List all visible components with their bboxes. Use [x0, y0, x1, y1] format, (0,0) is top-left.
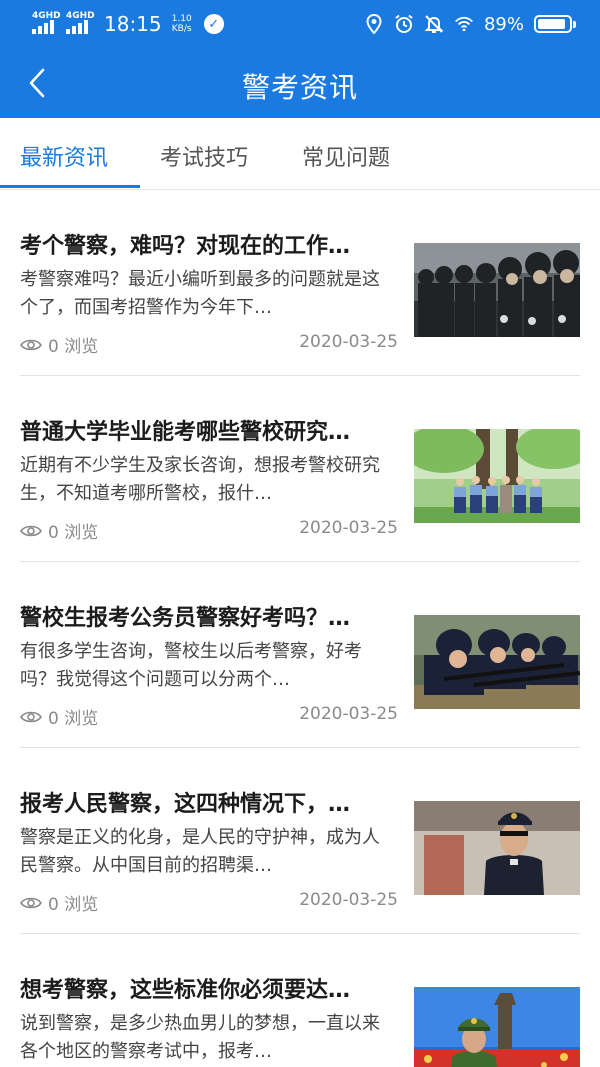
article-thumbnail [414, 243, 580, 337]
article-meta: 0 浏览 2020-03-25 [20, 332, 398, 357]
tab-exam-tips[interactable]: 考试技巧 [160, 140, 248, 172]
eye-icon [20, 897, 42, 908]
location-icon [364, 14, 384, 34]
article-title: 警校生报考公务员警察好考吗？… [20, 606, 351, 631]
mute-bell-icon [424, 14, 444, 34]
article-meta: 0 浏览 2020-03-25 [20, 704, 398, 729]
active-tab-indicator [0, 185, 140, 188]
network-speed: 1.10 KB/s [172, 14, 192, 34]
status-time: 18:15 [104, 12, 162, 36]
article-thumbnail [414, 987, 580, 1067]
article-item[interactable]: 考个警察，难吗？对现在的工作… 考警察难吗？最近小编听到最多的问题就是这个了，而… [0, 190, 600, 376]
page-title: 警考资讯 [241, 71, 358, 104]
tab-faq[interactable]: 常见问题 [302, 140, 390, 172]
article-date: 2020-03-25 [299, 704, 398, 724]
view-count-text: 0 浏览 [48, 523, 99, 543]
article-date: 2020-03-25 [299, 332, 398, 352]
article-summary: 说到警察，是多少热血男儿的梦想，一直以来各个地区的警察考试中，报考… [20, 1013, 380, 1062]
view-count-text: 0 浏览 [48, 709, 99, 729]
status-bar-left: 4GHD 4GHD 18:15 1.10 KB/s ✓ [32, 10, 224, 38]
view-count: 0 浏览 [20, 704, 98, 729]
check-badge-icon: ✓ [203, 14, 224, 34]
tab-bar: 最新资讯 考试技巧 常见问题 [0, 118, 600, 190]
article-summary: 有很多学生咨询，警校生以后考警察，好考吗？我觉得这个问题可以分两个… [20, 641, 362, 690]
view-count: 0 浏览 [20, 518, 98, 543]
network-speed-value: 1.10 [171, 14, 192, 24]
article-item[interactable]: 警校生报考公务员警察好考吗？… 有很多学生咨询，警校生以后考警察，好考吗？我觉得… [0, 562, 600, 748]
article-title: 想考警察，这些标准你必须要达… [20, 978, 351, 1003]
battery-percentage: 89% [483, 13, 524, 35]
article-title: 考个警察，难吗？对现在的工作… [20, 234, 351, 259]
article-thumbnail [414, 801, 580, 895]
article-thumbnail [414, 615, 580, 709]
eye-icon [20, 339, 42, 350]
battery-icon [534, 15, 576, 33]
tab-latest-news[interactable]: 最新资讯 [20, 140, 108, 172]
wifi-icon [454, 14, 474, 34]
article-title: 报考人民警察，这四种情况下，… [20, 792, 351, 817]
nav-bar: 警考资讯 [0, 48, 600, 118]
status-bar-right: 89% [364, 10, 576, 38]
view-count: 0 浏览 [20, 332, 98, 357]
eye-icon [20, 525, 42, 536]
network-speed-unit: KB/s [171, 24, 192, 34]
view-count-text: 0 浏览 [48, 895, 99, 915]
eye-icon [20, 711, 42, 722]
signal-icon: 4GHD [32, 12, 61, 36]
article-summary: 近期有不少学生及家长咨询，想报考警校研究生，不知道考哪所警校，报什… [20, 455, 380, 504]
article-summary: 警察是正义的化身，是人民的守护神，成为人民警察。从中国目前的招聘渠… [20, 827, 380, 876]
view-count-text: 0 浏览 [48, 337, 99, 357]
status-bar: 4GHD 4GHD 18:15 1.10 KB/s ✓ 89% [0, 0, 600, 48]
alarm-icon [394, 14, 414, 34]
article-summary: 考警察难吗？最近小编听到最多的问题就是这个了，而国考招警作为今年下… [20, 269, 380, 318]
article-item[interactable]: 报考人民警察，这四种情况下，… 警察是正义的化身，是人民的守护神，成为人民警察。… [0, 748, 600, 934]
article-meta: 0 浏览 2020-03-25 [20, 518, 398, 543]
article-date: 2020-03-25 [299, 890, 398, 910]
signal-icon: 4GHD [66, 12, 95, 36]
article-item[interactable]: 想考警察，这些标准你必须要达… 说到警察，是多少热血男儿的梦想，一直以来各个地区… [0, 934, 600, 1067]
view-count: 0 浏览 [20, 890, 98, 915]
article-thumbnail [414, 429, 580, 523]
article-date: 2020-03-25 [299, 518, 398, 538]
article-meta: 0 浏览 2020-03-25 [20, 890, 398, 915]
article-title: 普通大学毕业能考哪些警校研究… [20, 420, 351, 445]
article-item[interactable]: 普通大学毕业能考哪些警校研究… 近期有不少学生及家长咨询，想报考警校研究生，不知… [0, 376, 600, 562]
